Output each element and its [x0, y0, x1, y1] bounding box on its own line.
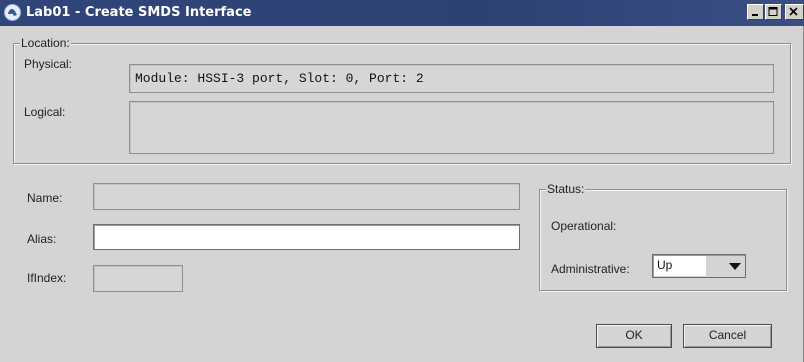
name-label: Name: — [27, 191, 63, 205]
dialog-window: Lab01 - Create SMDS Interface Location: … — [0, 0, 804, 362]
administrative-select[interactable]: Up — [652, 254, 746, 278]
ifindex-field — [93, 265, 183, 292]
administrative-label: Administrative: — [551, 262, 630, 276]
maximize-button[interactable] — [765, 4, 782, 20]
window-title: Lab01 - Create SMDS Interface — [26, 5, 252, 20]
logical-label: Logical: — [24, 105, 66, 119]
window-left-border — [0, 26, 5, 362]
alias-label: Alias: — [27, 232, 57, 246]
alias-input[interactable] — [93, 224, 520, 250]
minimize-icon — [752, 14, 758, 16]
title-bar[interactable]: Lab01 - Create SMDS Interface — [0, 0, 804, 26]
close-button[interactable] — [785, 4, 804, 20]
close-icon — [789, 7, 798, 16]
physical-label: Physical: — [24, 57, 73, 71]
administrative-select-value: Up — [654, 256, 706, 276]
cancel-button[interactable]: Cancel — [683, 324, 772, 348]
logical-field — [129, 101, 774, 154]
location-legend: Location: — [20, 36, 71, 50]
minimize-button[interactable] — [747, 4, 764, 20]
ifindex-label: IfIndex: — [27, 271, 67, 285]
maximize-icon — [768, 7, 778, 16]
ok-button[interactable]: OK — [596, 324, 672, 348]
operational-label: Operational: — [551, 219, 617, 233]
chevron-down-icon[interactable] — [729, 263, 741, 270]
physical-field: Module: HSSI-3 port, Slot: 0, Port: 2 — [129, 64, 774, 93]
status-legend: Status: — [546, 182, 586, 196]
app-globe-icon[interactable] — [4, 4, 21, 21]
name-field — [93, 183, 520, 210]
